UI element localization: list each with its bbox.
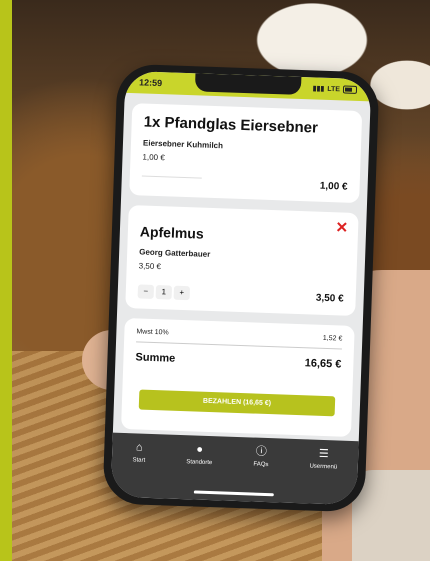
status-indicators: ▮▮▮ LTE	[313, 84, 358, 94]
info-icon: ⓘ	[255, 445, 268, 458]
signal-icon: ▮▮▮	[312, 85, 325, 93]
phone: 12:59 ▮▮▮ LTE 1x Pfandglas Eiersebner Ei…	[102, 63, 380, 513]
item-unit-price: 1,00 €	[142, 152, 165, 163]
total-row: Summe 16,65 €	[135, 351, 341, 370]
delete-icon[interactable]: ✕	[335, 218, 348, 236]
nav-item-start[interactable]: ⌂ Start	[131, 441, 146, 497]
tax-value: 1,52 €	[322, 334, 343, 343]
nav-label: Usermenü	[309, 463, 338, 471]
item-title: 1x Pfandglas Eiersebner	[143, 113, 319, 137]
item-total: 3,50 €	[315, 292, 344, 305]
bottom-nav: ⌂ Start ● Standorte ⓘ FAQs ☰ Usermenü	[110, 432, 359, 506]
decrement-button[interactable]: −	[137, 284, 155, 299]
total-label: Summe	[135, 351, 176, 365]
tax-row: Mwst 10% 1,52 €	[136, 328, 343, 350]
item-total: 1,00 €	[319, 180, 348, 193]
item-unit-price: 3,50 €	[138, 261, 162, 272]
item-producer: Eiersebner Kuhmilch	[142, 138, 224, 151]
nav-item-usermenu[interactable]: ☰ Usermenü	[308, 448, 338, 505]
location-pin-icon: ●	[196, 443, 204, 456]
home-icon: ⌂	[135, 441, 143, 454]
item-title: Apfelmus	[139, 223, 204, 242]
increment-button[interactable]: +	[173, 285, 191, 301]
cart-item-card: 1x Pfandglas Eiersebner Eiersebner Kuhmi…	[129, 103, 363, 204]
notch	[194, 73, 302, 95]
menu-icon: ☰	[318, 447, 329, 461]
item-producer: Georg Gatterbauer	[139, 247, 211, 259]
status-time: 12:59	[138, 77, 163, 89]
nav-label: Start	[132, 457, 146, 464]
battery-icon	[342, 85, 358, 94]
network-label: LTE	[327, 85, 341, 93]
total-value: 16,65 €	[304, 357, 342, 371]
item-controls: − 1 + 3,50 €	[137, 284, 344, 305]
nav-label: Standorte	[186, 459, 213, 467]
quantity-value[interactable]: 1	[155, 285, 173, 300]
cart-item-card: ✕ Apfelmus Georg Gatterbauer 3,50 € − 1 …	[125, 205, 359, 316]
nav-label: FAQs	[253, 461, 269, 469]
tax-label: Mwst 10%	[136, 328, 169, 337]
quantity-stepper: − 1 +	[137, 284, 191, 301]
phone-screen: 12:59 ▮▮▮ LTE 1x Pfandglas Eiersebner Ei…	[110, 70, 372, 506]
summary-card: Mwst 10% 1,52 € Summe 16,65 € BEZAHLEN (…	[121, 317, 355, 437]
cart-content: 1x Pfandglas Eiersebner Eiersebner Kuhmi…	[113, 93, 371, 437]
